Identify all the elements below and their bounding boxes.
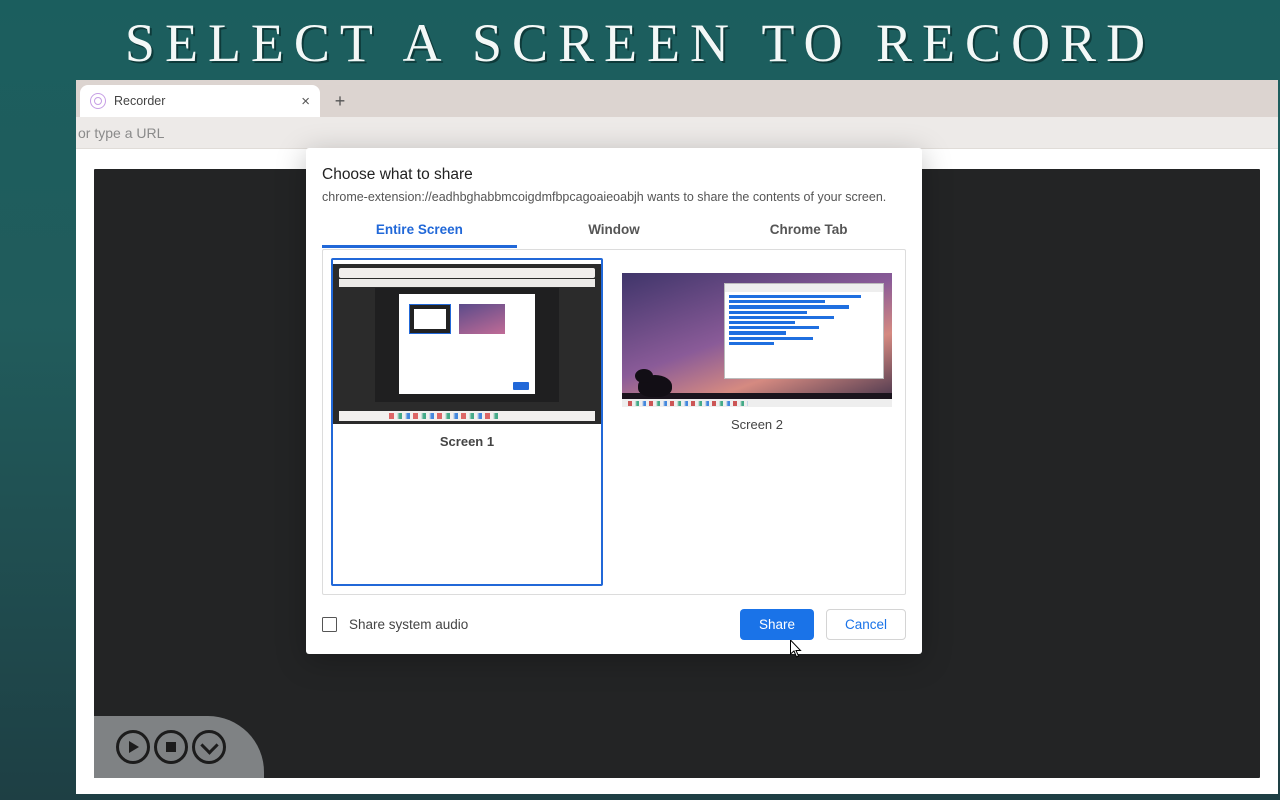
recorder-icon xyxy=(90,93,106,109)
screen-option-2[interactable]: Screen 2 xyxy=(621,258,893,586)
share-type-tabs: Entire Screen Window Chrome Tab xyxy=(322,214,906,249)
new-tab-button[interactable]: + xyxy=(326,87,354,115)
dialog-title: Choose what to share xyxy=(322,166,906,184)
url-bar-text: or type a URL xyxy=(78,125,164,141)
screen-share-dialog: Choose what to share chrome-extension://… xyxy=(306,148,922,654)
instruction-banner: SELECT A SCREEN TO RECORD xyxy=(0,0,1280,84)
dialog-subtitle: chrome-extension://eadhbghabbmcoigdmfbpc… xyxy=(322,190,906,204)
cancel-button[interactable]: Cancel xyxy=(826,609,906,640)
screen-2-label: Screen 2 xyxy=(622,407,892,432)
share-audio-checkbox[interactable] xyxy=(322,617,337,632)
screen-1-label: Screen 1 xyxy=(333,424,601,449)
screen-1-thumbnail xyxy=(333,264,601,424)
share-audio-label: Share system audio xyxy=(349,617,468,632)
dialog-footer: Share system audio Share Cancel xyxy=(322,595,906,640)
tab-chrome-tab[interactable]: Chrome Tab xyxy=(711,214,906,248)
screen-options: Screen 1 Screen 2 xyxy=(322,249,906,595)
download-icon[interactable] xyxy=(192,730,226,764)
tab-entire-screen[interactable]: Entire Screen xyxy=(322,214,517,248)
screen-2-thumbnail xyxy=(622,273,892,407)
play-icon[interactable] xyxy=(116,730,150,764)
screen-option-1[interactable]: Screen 1 xyxy=(331,258,603,586)
share-button[interactable]: Share xyxy=(740,609,814,640)
tab-strip: Recorder × + xyxy=(76,80,1278,117)
tab-title: Recorder xyxy=(114,94,165,108)
close-tab-icon[interactable]: × xyxy=(301,93,310,110)
tab-window[interactable]: Window xyxy=(517,214,712,248)
url-bar[interactable]: or type a URL xyxy=(76,117,1278,149)
recorder-controls xyxy=(94,716,264,778)
browser-tab[interactable]: Recorder × xyxy=(80,85,320,117)
stop-icon[interactable] xyxy=(154,730,188,764)
